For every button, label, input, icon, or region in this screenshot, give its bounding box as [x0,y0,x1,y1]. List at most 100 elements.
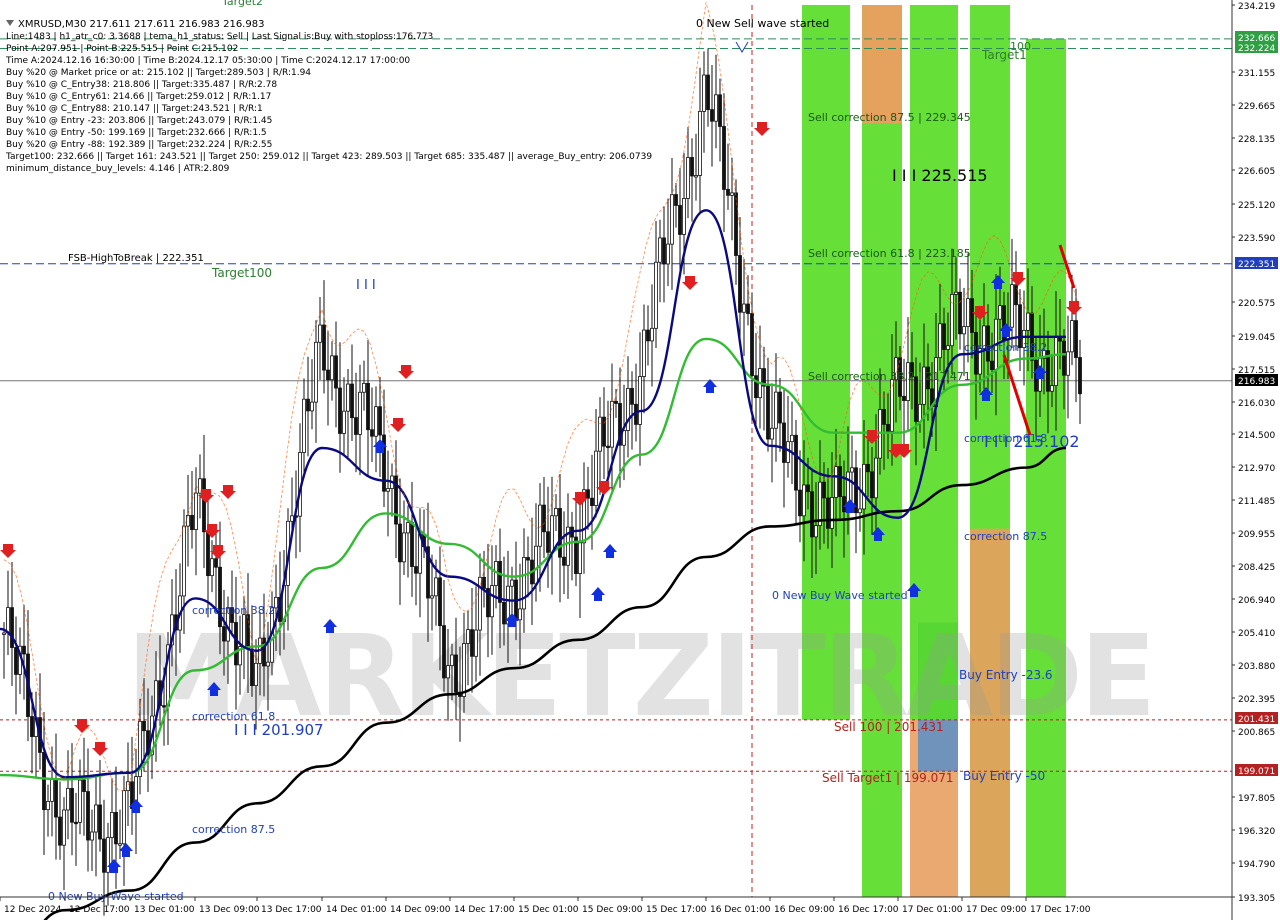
candle-body [886,424,890,432]
candle-body [678,205,682,235]
candle-body [406,522,410,534]
candle-body [954,291,958,295]
candle-body [498,561,502,603]
candle-body [402,532,406,563]
candle-body [734,192,738,256]
candle-body [78,779,82,823]
candle-body [114,812,118,845]
y-tick-label: 211.485 [1238,497,1275,507]
candle-body [742,303,746,313]
y-tick-label: 234.219 [1238,2,1275,12]
candle-body [446,665,450,679]
y-tick-label: 202.395 [1238,695,1275,705]
candle-body [142,720,146,732]
y-tick-label: 200.865 [1238,728,1275,738]
candle-body [210,558,214,577]
candle-body [322,324,326,371]
candle-body [550,515,554,553]
candle-body [526,557,530,561]
candle-body [694,175,698,178]
candle-body [438,577,442,627]
orange-zone-top [866,5,902,124]
candle-body [442,625,446,679]
y-tick-label: 208.425 [1238,563,1275,573]
candle-body [1070,320,1074,353]
candle-body [46,800,50,811]
candle-body [214,558,218,568]
x-tick-label: 13 Dec 01:00 [134,905,195,915]
x-tick-label: 13 Dec 09:00 [199,905,260,915]
annotation-label: 0 New Sell wave started [696,17,829,30]
candle-body [206,531,210,577]
candle-body [318,324,322,343]
candle-body [434,577,438,597]
candle-body [66,788,70,811]
x-tick-label: 12 Dec 17:00 [69,905,130,915]
candle-body [90,831,94,841]
candle-body [834,466,838,498]
candle-body [594,450,598,506]
candle-body [162,705,166,708]
candle-body [1074,320,1078,358]
candle-body [642,329,646,377]
candle-body [450,654,454,667]
candle-body [750,313,754,377]
y-tick-label: 219.045 [1238,333,1275,343]
x-tick-label: 12 Dec 2024 [4,905,62,915]
x-tick-label: 15 Dec 01:00 [518,905,579,915]
price-label-text: 222.351 [1238,260,1275,270]
candle-body [902,395,906,401]
candle-body [1010,284,1014,328]
annotation-label: Buy Entry -50 [963,769,1045,783]
candle-body [1054,336,1058,386]
candle-body [870,471,874,499]
candle-body [966,298,970,327]
y-tick-label: 196.320 [1238,827,1275,837]
x-tick-label: 16 Dec 01:00 [710,905,771,915]
candle-body [814,525,818,538]
price-chart[interactable]: MARKETZITRADE Target20 New Sell wave sta… [0,0,1280,924]
y-tick-label: 226.605 [1238,167,1275,177]
candle-body [698,110,702,176]
x-tick-label: 14 Dec 09:00 [390,905,451,915]
candle-body [946,345,950,350]
info-line: Buy %10 @ Entry -23: 203.806 || Target:2… [6,116,272,126]
x-tick-label: 14 Dec 01:00 [326,905,387,915]
candle-body [914,376,918,422]
candle-body [2,632,6,635]
candle-body [30,716,34,737]
chart-window: MARKETZITRADE Target2 0 New Sell wave sta… [0,0,1280,924]
annotation-label: I I I 201.907 [234,721,324,739]
y-tick-label: 194.790 [1238,860,1275,870]
chart-title: XMRUSD,M30 217.611 217.611 216.983 216.9… [18,19,264,30]
info-line: Time A:2024.12.16 16:30:00 | Time B:2024… [5,56,410,66]
candle-body [6,607,10,634]
annotation-label: Target2 [221,0,263,8]
candle-body [202,478,206,533]
candle-body [666,243,670,265]
annotation-label: correction 38.2 [192,604,275,617]
candle-body [306,398,310,412]
annotation-label: I I I 215.102 [984,432,1080,451]
annotation-label: Sell correction 38.2 | 217.471 [808,370,971,383]
candle-body [262,637,266,667]
candle-body [370,429,374,437]
candle-body [190,515,194,530]
annotation-label: I I I 225.515 [892,166,988,185]
candle-body [874,457,878,499]
y-tick-label: 205.410 [1238,629,1275,639]
candle-body [74,821,78,825]
candle-body [598,416,602,452]
y-tick-label: 229.665 [1238,102,1275,112]
candle-body [794,434,798,491]
candle-body [722,126,726,190]
candle-body [562,556,566,566]
candle-body [338,387,342,434]
candle-body [118,843,122,846]
candle-body [414,566,418,574]
candle-body [250,648,254,687]
annotation-label: Sell correction 61.8 | 223.185 [808,247,971,260]
candle-body [606,445,610,449]
candle-body [58,816,62,846]
candle-body [586,489,590,499]
